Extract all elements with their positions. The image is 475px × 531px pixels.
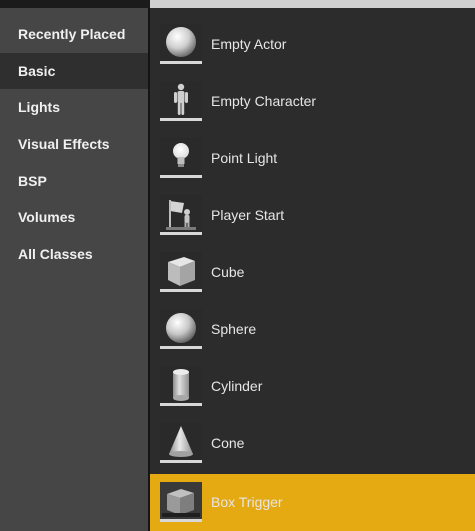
player-start-icon [160,195,202,235]
box-trigger-icon [160,482,202,522]
place-actors-panel: Recently Placed Basic Lights Visual Effe… [0,0,475,531]
category-volumes[interactable]: Volumes [0,199,148,235]
item-label: Cube [211,264,245,280]
list-item-player-start[interactable]: Player Start [150,187,475,244]
cube-icon [160,252,202,292]
character-icon [160,81,202,121]
cone-icon [160,423,202,463]
item-label: Sphere [211,321,257,337]
list-item-point-light[interactable]: Point Light [150,130,475,187]
category-recently-placed[interactable]: Recently Placed [0,16,148,52]
category-all-classes[interactable]: All Classes [0,236,148,272]
category-bsp[interactable]: BSP [0,163,148,199]
item-label: Player Start [211,207,285,223]
category-lights[interactable]: Lights [0,89,148,125]
item-label: Box Trigger [211,494,283,510]
category-basic[interactable]: Basic [0,53,148,89]
sphere-icon [160,24,202,64]
actor-list: Empty Actor Empty Character Point Light … [150,8,475,531]
item-label: Cylinder [211,378,263,394]
list-item-empty-actor[interactable]: Empty Actor [150,16,475,73]
list-item-cube[interactable]: Cube [150,244,475,301]
list-item-cylinder[interactable]: Cylinder [150,358,475,415]
light-bulb-icon [160,138,202,178]
cylinder-icon [160,366,202,406]
list-item-empty-character[interactable]: Empty Character [150,73,475,130]
list-item-box-trigger[interactable]: Box Trigger [150,474,475,531]
item-label: Empty Character [211,93,317,109]
category-visual-effects[interactable]: Visual Effects [0,126,148,162]
item-label: Empty Actor [211,36,287,52]
category-sidebar: Recently Placed Basic Lights Visual Effe… [0,8,150,531]
list-item-sphere[interactable]: Sphere [150,301,475,358]
item-label: Point Light [211,150,278,166]
item-label: Cone [211,435,245,451]
list-item-cone[interactable]: Cone [150,415,475,472]
sphere-icon [160,309,202,349]
